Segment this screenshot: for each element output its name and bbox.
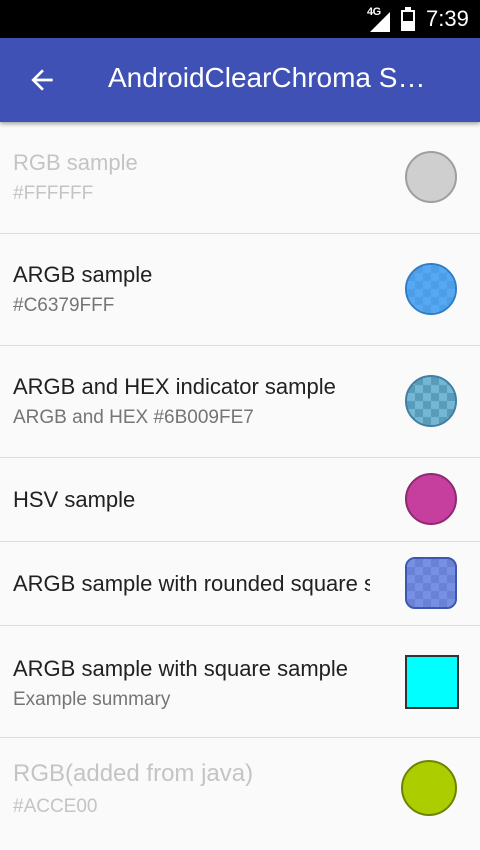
preference-summary: ARGB and HEX #6B009FE7 [13, 407, 254, 428]
signal-strength-icon [370, 12, 390, 32]
color-swatch-circle [405, 473, 457, 525]
preference-argb-rounded-square-sample[interactable]: ARGB sample with rounded square sample [0, 542, 480, 626]
color-swatch-circle [405, 151, 457, 203]
preference-rgb-sample[interactable]: RGB sample #FFFFFF [0, 122, 480, 234]
arrow-back-icon[interactable] [26, 64, 58, 96]
preference-title: ARGB and HEX indicator sample [13, 374, 336, 399]
color-swatch-circle [401, 760, 457, 816]
color-swatch-rounded-square [405, 557, 457, 609]
page-title: AndroidClearChroma Sample [108, 62, 438, 93]
preference-title: RGB sample [13, 150, 138, 175]
status-bar: 4G 7:39 [0, 0, 480, 38]
preference-summary: #ACCE00 [13, 796, 98, 817]
battery-icon [401, 7, 415, 31]
preference-title: ARGB sample with rounded square sample [13, 571, 370, 596]
color-swatch-square [405, 655, 459, 709]
preference-summary: #FFFFFF [13, 183, 94, 204]
preference-argb-hex-indicator-sample[interactable]: ARGB and HEX indicator sample ARGB and H… [0, 346, 480, 458]
app-bar: AndroidClearChroma Sample [0, 38, 480, 122]
preference-title: ARGB sample [13, 262, 153, 287]
clock: 7:39 [426, 6, 469, 31]
preference-list: RGB sample #FFFFFF ARGB sample #C6379FFF… [0, 122, 480, 850]
preference-argb-sample[interactable]: ARGB sample #C6379FFF [0, 234, 480, 346]
preference-title: RGB(added from java) [13, 760, 254, 787]
preference-summary: #C6379FFF [13, 295, 115, 316]
preference-title: ARGB sample with square sample [13, 656, 349, 681]
preference-rgb-added-from-java[interactable]: RGB(added from java) #ACCE00 [0, 738, 480, 850]
preference-title: HSV sample [13, 487, 136, 512]
preference-summary: Example summary [13, 689, 171, 710]
color-swatch-circle [405, 263, 457, 315]
preference-argb-square-sample[interactable]: ARGB sample with square sample Example s… [0, 626, 480, 738]
color-swatch-circle [405, 375, 457, 427]
preference-hsv-sample[interactable]: HSV sample [0, 458, 480, 542]
